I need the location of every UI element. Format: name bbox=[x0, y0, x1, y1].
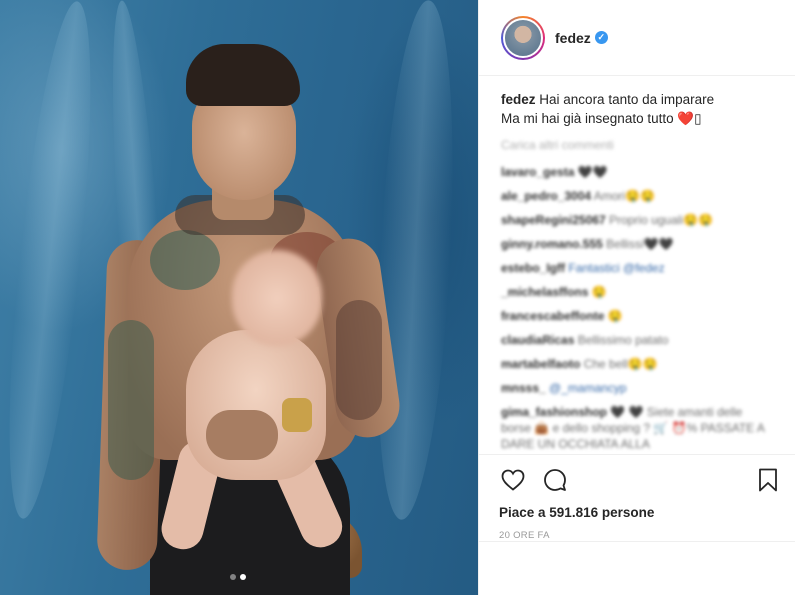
comment-username[interactable]: ale_pedro_3004 bbox=[501, 189, 591, 203]
comment-text: Che bell🤤🤤 bbox=[583, 357, 658, 371]
post-timestamp[interactable]: 20 ORE FA bbox=[499, 530, 782, 541]
comment-text: Fantastici @fedez bbox=[568, 261, 665, 275]
comment-item: gima_fashionshop 🖤 🖤 Siete amanti delle … bbox=[501, 400, 774, 452]
carousel-dot-active[interactable] bbox=[240, 574, 246, 580]
tattoo bbox=[336, 300, 382, 420]
bookmark-icon[interactable] bbox=[754, 466, 782, 494]
comment-list: lavaro_gesta 🖤🖤 ale_pedro_3004 Amori🤤🤤 s… bbox=[501, 160, 774, 452]
comment-username[interactable]: ginny.romano.555 bbox=[501, 237, 603, 251]
carousel-dot[interactable] bbox=[230, 574, 236, 580]
comment-item: mnsss_ @_mamancyp bbox=[501, 376, 774, 400]
comment-item: claudiaRicas Bellissimo patato bbox=[501, 328, 774, 352]
heart-icon[interactable] bbox=[499, 466, 527, 494]
comment-item: ale_pedro_3004 Amori🤤🤤 bbox=[501, 184, 774, 208]
comment-text: Proprio uguali🤤🤤 bbox=[609, 213, 713, 227]
comment-text: 🖤🖤 bbox=[577, 165, 608, 179]
comment-username[interactable]: mnsss_ bbox=[501, 381, 546, 395]
avatar-story-ring[interactable] bbox=[501, 15, 545, 60]
caption-line-1: Hai ancora tanto da imparare bbox=[539, 92, 715, 107]
comment-text: @_mamancyp bbox=[549, 381, 627, 395]
comment-item: francescabeffonte 🤤 bbox=[501, 304, 774, 328]
comment-bubble-icon[interactable] bbox=[541, 466, 569, 494]
comment-item: ginny.romano.555 Bellissi🖤🖤 bbox=[501, 232, 774, 256]
man-hand bbox=[206, 410, 278, 460]
post-sidebar: fedez ✓ fedez Hai ancora tanto da impara… bbox=[478, 0, 795, 595]
baby-head-blurred bbox=[232, 250, 322, 346]
caption: fedez Hai ancora tanto da imparare Ma mi… bbox=[501, 90, 774, 128]
comment-item: lavaro_gesta 🖤🖤 bbox=[501, 160, 774, 184]
caption-line-2: Ma mi hai già insegnato tutto ❤️▯ bbox=[501, 111, 702, 126]
instagram-post: fedez ✓ fedez Hai ancora tanto da impara… bbox=[0, 0, 795, 595]
comment-text: Amori🤤🤤 bbox=[593, 189, 655, 203]
post-header: fedez ✓ bbox=[479, 0, 795, 76]
comment-item: shapeRegini25067 Proprio uguali🤤🤤 bbox=[501, 208, 774, 232]
comment-username[interactable]: shapeRegini25067 bbox=[501, 213, 606, 227]
comment-username[interactable]: martabelfaoto bbox=[501, 357, 580, 371]
comment-item: _michelasffons 🤤 bbox=[501, 280, 774, 304]
comment-username[interactable]: gima_fashionshop bbox=[501, 405, 607, 419]
comment-text: 🤤 bbox=[607, 309, 623, 323]
add-comment-bar[interactable] bbox=[479, 541, 795, 595]
post-actions: Piace a 591.816 persone 20 ORE FA bbox=[479, 454, 795, 541]
tattoo bbox=[150, 230, 220, 290]
comments-section[interactable]: fedez Hai ancora tanto da imparare Ma mi… bbox=[479, 76, 795, 454]
post-photo[interactable] bbox=[0, 0, 478, 595]
tattoo bbox=[108, 320, 154, 480]
likes-count[interactable]: Piace a 591.816 persone bbox=[499, 505, 782, 520]
backdrop-fold bbox=[0, 0, 108, 522]
header-username[interactable]: fedez bbox=[555, 30, 591, 46]
comment-item: estebo_Igff Fantastici @fedez bbox=[501, 256, 774, 280]
comment-username[interactable]: claudiaRicas bbox=[501, 333, 574, 347]
man-hair bbox=[186, 44, 300, 106]
comment-username[interactable]: lavaro_gesta bbox=[501, 165, 574, 179]
comment-item: martabelfaoto Che bell🤤🤤 bbox=[501, 352, 774, 376]
verified-badge-icon: ✓ bbox=[594, 31, 608, 44]
comment-text: Bellissimo patato bbox=[577, 333, 669, 347]
caption-username[interactable]: fedez bbox=[501, 92, 536, 107]
backdrop-fold bbox=[366, 0, 464, 522]
comment-username[interactable]: estebo_Igff bbox=[501, 261, 565, 275]
load-more-comments-link[interactable]: Carica altri commenti bbox=[501, 138, 774, 152]
comment-text: 🤤 bbox=[591, 285, 607, 299]
avatar[interactable] bbox=[503, 17, 543, 58]
action-icons-row bbox=[499, 463, 782, 497]
comment-username[interactable]: _michelasffons bbox=[501, 285, 588, 299]
carousel-dots bbox=[230, 574, 246, 580]
comment-username[interactable]: francescabeffonte bbox=[501, 309, 604, 323]
gold-watch bbox=[282, 398, 312, 432]
comment-text: Bellissi🖤🖤 bbox=[606, 237, 674, 251]
